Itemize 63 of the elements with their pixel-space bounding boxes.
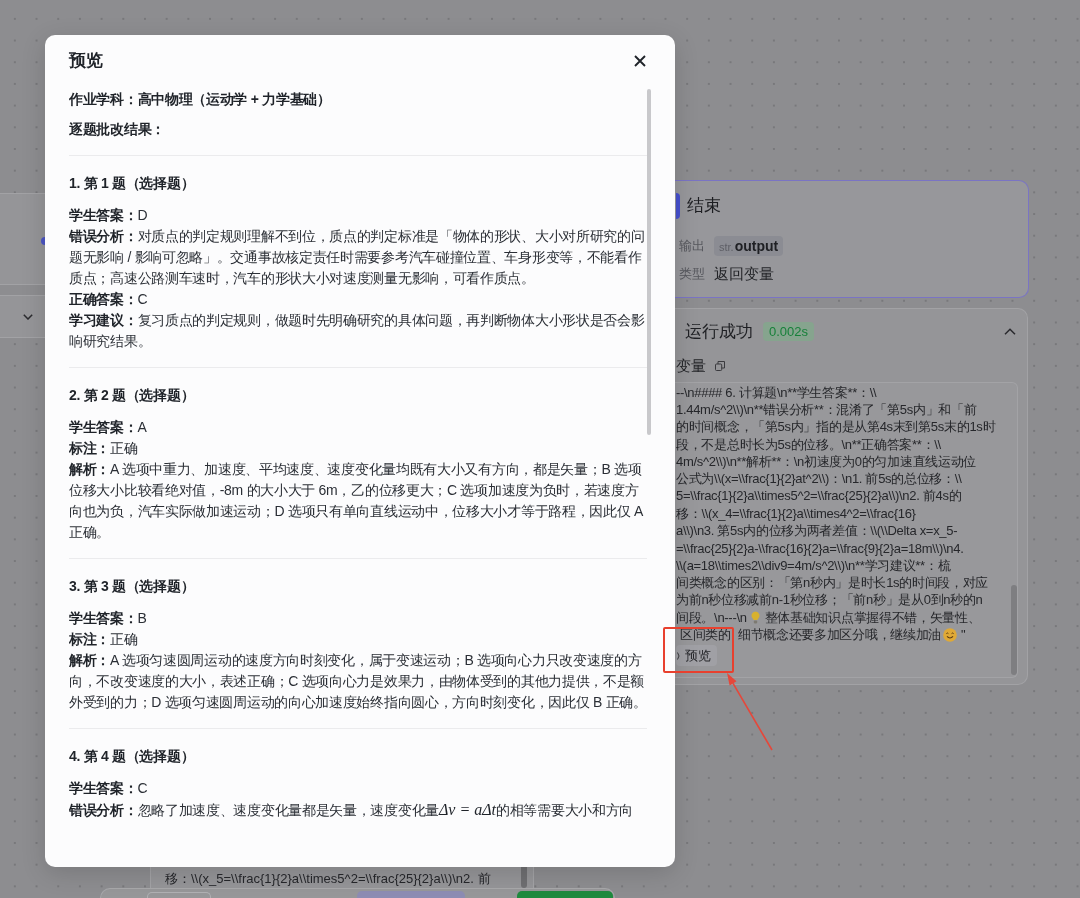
duration-badge: 0.002s <box>763 321 815 341</box>
output-text: 5=\\frac{1}{2}a\\times5^2=\\frac{25}{2}a\\)\n2. 前4s的 <box>676 487 962 506</box>
close-button[interactable] <box>634 55 646 67</box>
feedback-text: 解析：A 选项中重力、加速度、平均速度、速度变化量均既有大小又有方向，都是矢量；B 选项位移大小比较看绝对值，-8m 的大小大于 6m，乙的位移更大；C 选项加速度为负时，若速度方向也为负，汽车实际做加速运动；D 选项只有单向直线运动中，位移大小才等于路程，因此仅 A 正确。 <box>69 460 644 542</box>
dropdown[interactable] <box>0 295 45 338</box>
chevron-up-icon[interactable] <box>1004 327 1016 335</box>
feedback-text: 错误分析：对质点的判定规则理解不到位，质点的判定标准是「物体的形状、大小对所研究的问题无影响 / 影响可忽略」。交通事故核定责任时需要参考汽车碰撞位置、车身形变等，不能看作质点；高速公路测车速时，汽车的形状大小对速度测量无影响，可看作质点。 <box>69 227 646 288</box>
field-label: 输出 <box>678 237 705 255</box>
chevron-right-icon <box>677 651 681 660</box>
output-text: " <box>961 627 966 643</box>
output-text: 段，不是总时长为5s的位移。\n**正确答案**：\\ <box>676 435 941 454</box>
highlight-frame <box>663 627 734 673</box>
feedback-text: 学生答案：B <box>69 609 148 628</box>
question-heading: 3. 第 3 题（选择题） <box>69 577 196 596</box>
question-heading: 2. 第 2 题（选择题） <box>69 386 196 405</box>
field-value: 返回变量 <box>714 264 774 284</box>
chevron-down-icon <box>23 313 33 320</box>
feedback-text: 标注：正确 <box>69 439 139 458</box>
results-heading: 逐题批改结果： <box>69 120 166 139</box>
feedback-text: 正确答案：C <box>69 290 149 309</box>
output-text: 为前n秒位移减前n-1秒位移；「前n秒」是从0到n秒的n <box>676 591 983 610</box>
output-text: 细节概念还要多加区分哦，继续加油 <box>737 625 941 644</box>
status-text: 运行成功 <box>685 320 753 343</box>
close-icon <box>634 55 646 67</box>
node-title: 结束 <box>687 195 721 217</box>
node-icon <box>676 192 680 219</box>
subject-line: 作业学科：高中物理（运动学 + 力学基础） <box>69 90 332 109</box>
output-text: 的时间概念，「第5s内」指的是从第4s末到第5s末的1s时 <box>676 418 996 437</box>
output-text: a\\)\n3. 第5s内的位移为两者差值：\\(\\Delta x=x_5- <box>676 522 958 541</box>
copy-icon[interactable] <box>715 361 725 371</box>
field-label: 类型 <box>678 265 705 283</box>
scrollbar-thumb[interactable] <box>1011 585 1017 675</box>
feedback-text: 解析：A 选项匀速圆周运动的速度方向时刻变化，属于变速运动；B 选项向心力只改变速度的方向，不改变速度的大小，表述正确；C 选项向心力是效果力，由物体受到的其他力提供，不是额外受到的力；D 选项匀速圆周运动的向心加速度始终指向圆心，方向时刻变化，因此仅 B 正确。 <box>69 651 647 712</box>
output-text: 4m/s^2\\)\n**解析**：\n初速度为0的匀加速直线运动位 <box>676 452 976 471</box>
feedback-text: 错误分析：忽略了加速度、速度变化量都是矢量，速度变化量Δv = aΔt的相等需要大小和方向 <box>69 800 635 820</box>
output-text: 移：\\(x_4=\\frac{1}{2}a\\times4^2=\\frac{16} <box>676 504 916 523</box>
feedback-text: 学生答案：D <box>69 206 149 225</box>
output-text: \\(a=18\\times2\\div9=4m/s^2\\)\n**学习建议**：梳 <box>676 556 951 575</box>
output-text: --\n#### 6. 计算题\n**学生答案**：\\ <box>676 383 877 402</box>
output-text: 间段。\n---\n <box>676 608 747 627</box>
output-text: 移：\\(x_5=\\frac{1}{2}a\\times5^2=\\frac{25}{2}a\\)\n2. 前 <box>164 870 491 888</box>
lightbulb-icon <box>750 611 760 624</box>
output-text: 间类概念的区别：「第n秒内」是时长1s的时间段，对应 <box>676 573 989 592</box>
feedback-text: 学习建议：复习质点的判定规则，做题时先明确研究的具体问题，再判断物体大小形状是否会影响研究结果。 <box>69 311 646 351</box>
question-heading: 1. 第 1 题（选择题） <box>69 174 196 193</box>
smiley-icon <box>943 627 957 642</box>
dialog-title: 预览 <box>69 50 103 72</box>
feedback-text: 学生答案：A <box>69 418 148 437</box>
toolbar-button[interactable] <box>517 891 613 898</box>
output-text: 区间类的 <box>679 625 731 644</box>
output-text: =\\frac{25}{2}a-\\frac{16}{2}a=\\frac{9}{2}a=18m\\)\n4. <box>676 540 964 556</box>
output-text: 整体基础知识点掌握得不错，矢量性、 <box>764 608 981 627</box>
scrollbar-thumb[interactable] <box>647 89 651 435</box>
toolbar-button[interactable] <box>147 892 211 898</box>
section-label: 变量 <box>676 356 706 376</box>
question-heading: 4. 第 4 题（选择题） <box>69 747 196 766</box>
scrollbar-thumb[interactable] <box>521 867 527 888</box>
feedback-text: 学生答案：C <box>69 779 149 798</box>
toolbar-button[interactable] <box>357 891 465 898</box>
output-text: 1.44m/s^2\\)\n**错误分析**：混淆了「第5s内」和「前 <box>676 400 977 419</box>
preview-button[interactable]: 预览 <box>676 645 717 667</box>
feedback-text: 标注：正确 <box>69 630 139 649</box>
output-text: 公式为\\(x=\\frac{1}{2}at^2\\)：\n1. 前5s的总位移：\\ <box>676 470 962 489</box>
